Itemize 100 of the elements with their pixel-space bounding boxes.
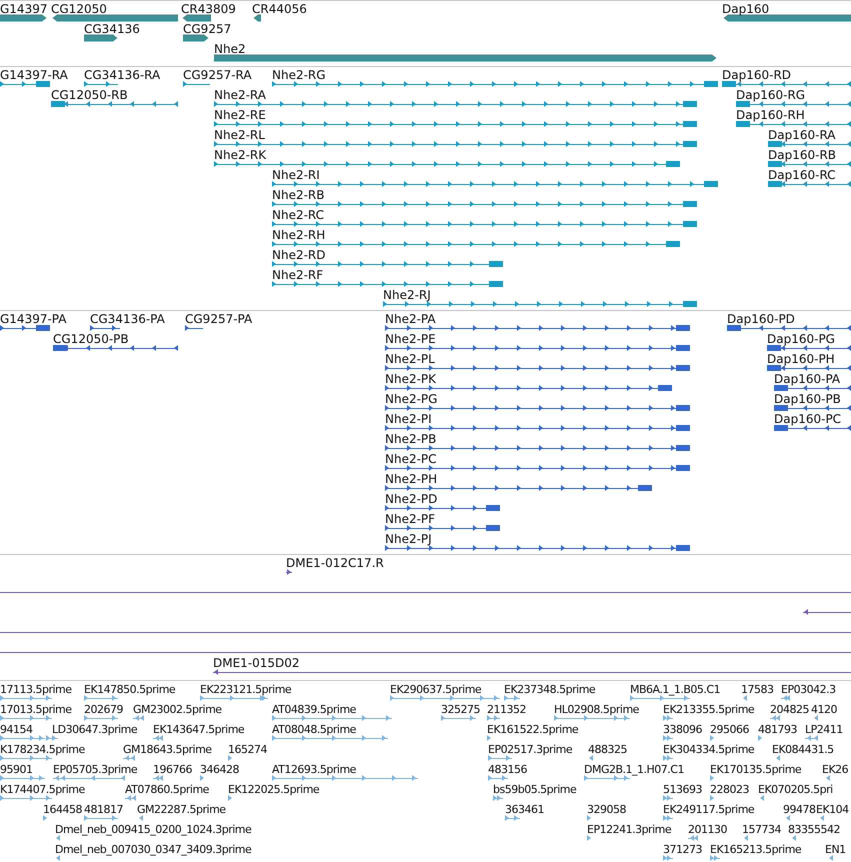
feature-label: 157734 bbox=[742, 823, 781, 836]
feature-label: 481817 bbox=[84, 803, 123, 816]
feature-label: EP03042.3 bbox=[781, 683, 836, 696]
feature-label: 346428 bbox=[200, 763, 239, 776]
feature-label: AT08048.5prime bbox=[272, 723, 356, 736]
feature-label: 295066 bbox=[710, 723, 749, 736]
feature-label: Nhe2 bbox=[214, 43, 246, 56]
feature-label: Dap160-RC bbox=[768, 169, 836, 182]
feature-label: Dap160-PC bbox=[774, 413, 842, 426]
feature-label: CG12050-RB bbox=[51, 89, 128, 102]
feature-label: Dmel_neb_007030_0347_3409.3prime bbox=[55, 843, 252, 856]
feature-label: 371273 bbox=[663, 843, 702, 856]
feature-label: DME1-012C17.R bbox=[286, 557, 384, 570]
feature-label: 488325 bbox=[588, 743, 627, 756]
feature-label: 329058 bbox=[587, 803, 626, 816]
feature-label: Nhe2-PI bbox=[385, 413, 432, 426]
feature-label: Nhe2-RJ bbox=[383, 289, 431, 302]
feature-label: 4120 bbox=[811, 703, 837, 716]
feature-label: HL02908.5prime bbox=[554, 703, 639, 716]
feature-label: CG12050 bbox=[51, 3, 107, 16]
feature-label: CG9257 bbox=[183, 23, 232, 36]
feature-label: EK237348.5prime bbox=[504, 683, 596, 696]
feature-label: EK304334.5prime bbox=[663, 743, 754, 756]
feature-label: 196766 bbox=[153, 763, 192, 776]
feature-label: 228023 bbox=[710, 783, 749, 796]
feature-label: CG34136 bbox=[84, 23, 140, 36]
feature-label: CR44056 bbox=[252, 3, 307, 16]
feature-label: Nhe2-RF bbox=[272, 269, 324, 282]
feature-label: 201130 bbox=[688, 823, 727, 836]
feature-label: Nhe2-PB bbox=[385, 433, 436, 446]
feature-label: EK104 bbox=[816, 803, 849, 816]
feature-label: Nhe2-PH bbox=[385, 473, 438, 486]
feature-label: Dap160 bbox=[722, 3, 770, 16]
feature-label: AT04839.5prime bbox=[272, 703, 356, 716]
feature-label: Nhe2-PC bbox=[385, 453, 437, 466]
feature-label: Nhe2-RH bbox=[272, 229, 326, 242]
feature-label: K174407.5prime bbox=[0, 783, 85, 796]
feature-label: EK122025.5prime bbox=[228, 783, 320, 796]
feature-label: EK084431.5 bbox=[772, 743, 834, 756]
feature-label: Nhe2-RL bbox=[214, 129, 265, 142]
feature-label: Nhe2-RG bbox=[272, 69, 326, 82]
feature-label: EP02517.3prime bbox=[488, 743, 572, 756]
feature-label: G14397 bbox=[0, 3, 48, 16]
feature-label: EK143647.5prime bbox=[153, 723, 244, 736]
feature-label: Dap160-RB bbox=[768, 149, 836, 162]
feature-label: 211352 bbox=[487, 703, 526, 716]
feature-label: EP12241.3prime bbox=[587, 823, 672, 836]
feature-label: bs59b05.5prime bbox=[493, 783, 576, 796]
feature-label: 338096 bbox=[663, 723, 702, 736]
feature-label: EK290637.5prime bbox=[390, 683, 482, 696]
feature-label: 325275 bbox=[441, 703, 480, 716]
feature-label: 95901 bbox=[0, 763, 32, 776]
feature-label: EK223121.5prime bbox=[200, 683, 292, 696]
feature-label: Dap160-PG bbox=[767, 333, 835, 346]
feature-label: CG9257-PA bbox=[185, 313, 252, 326]
feature-label: EK26 bbox=[822, 763, 848, 776]
feature-label: 483156 bbox=[488, 763, 527, 776]
feature-label: G14397-PA bbox=[0, 313, 66, 326]
feature-label: AT12693.5prime bbox=[272, 763, 356, 776]
feature-label: G14397-RA bbox=[0, 69, 68, 82]
feature-label: CG12050-PB bbox=[53, 333, 129, 346]
feature-label: Dap160-RD bbox=[722, 69, 792, 82]
feature-label: Dap160-RA bbox=[768, 129, 836, 142]
feature-label: Dap160-PA bbox=[774, 373, 840, 386]
feature-label: CG34136-PA bbox=[90, 313, 165, 326]
feature-label: 83355542 bbox=[788, 823, 840, 836]
feature-label: CG34136-RA bbox=[84, 69, 160, 82]
feature-label: EK070205.5pri bbox=[758, 783, 833, 796]
feature-label: Nhe2-PA bbox=[385, 313, 436, 326]
feature-label: DMG2B.1_1.H07.C1 bbox=[584, 763, 684, 776]
feature-label: Nhe2-RI bbox=[272, 169, 320, 182]
feature-label: LD30647.3prime bbox=[52, 723, 138, 736]
feature-label: LP2411 bbox=[805, 723, 843, 736]
feature-label: 17013.5prime bbox=[0, 703, 72, 716]
feature-label: Nhe2-PD bbox=[385, 493, 438, 506]
feature-label: MB6A.1_1.B05.C1 bbox=[630, 683, 720, 696]
feature-label: Nhe2-PE bbox=[385, 333, 436, 346]
feature-label: Dap160-RG bbox=[736, 89, 806, 102]
feature-label: 202679 bbox=[84, 703, 123, 716]
feature-label: AT07860.5prime bbox=[125, 783, 209, 796]
feature-label: 94154 bbox=[0, 723, 32, 736]
feature-label: 17113.5prime bbox=[0, 683, 72, 696]
feature-label: 17583 bbox=[741, 683, 774, 696]
feature-label: CR43809 bbox=[181, 3, 236, 16]
feature-label: EK213355.5prime bbox=[663, 703, 754, 716]
feature-label: Nhe2-RD bbox=[272, 249, 326, 262]
feature-label: 363461 bbox=[505, 803, 544, 816]
feature-label: 481793 bbox=[758, 723, 797, 736]
feature-label: EK170135.5prime bbox=[710, 763, 802, 776]
feature-label: Nhe2-RB bbox=[272, 189, 324, 202]
feature-label: Nhe2-PF bbox=[385, 513, 436, 526]
feature-label: Dap160-PB bbox=[774, 393, 841, 406]
feature-label: Dap160-PH bbox=[767, 353, 835, 366]
feature-label: Dmel_neb_009415_0200_1024.3prime bbox=[55, 823, 252, 836]
feature-label: EK147850.5prime bbox=[84, 683, 176, 696]
feature-label: Nhe2-RE bbox=[214, 109, 266, 122]
feature-label: Nhe2-PG bbox=[385, 393, 438, 406]
feature-label: K178234.5prime bbox=[0, 743, 85, 756]
feature-label: 164458 bbox=[43, 803, 82, 816]
feature-label: EP05705.3prime bbox=[53, 763, 138, 776]
